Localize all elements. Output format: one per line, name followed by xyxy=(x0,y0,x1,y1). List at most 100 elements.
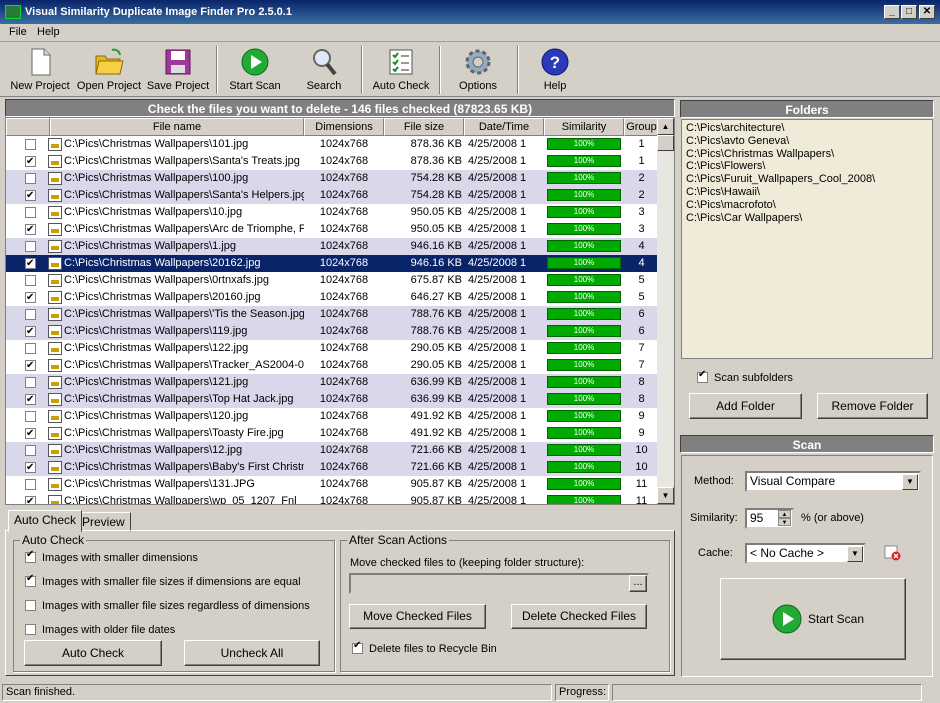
table-row[interactable]: C:\Pics\Christmas Wallpapers\119.jpg 1024… xyxy=(6,323,659,340)
col-check[interactable] xyxy=(6,118,50,136)
maximize-button[interactable]: □ xyxy=(901,5,917,19)
options-button[interactable]: Options xyxy=(446,43,510,97)
row-checkbox[interactable] xyxy=(25,343,36,354)
row-checkbox[interactable] xyxy=(25,187,36,204)
method-select[interactable]: Visual Compare ▼ xyxy=(745,471,921,492)
scroll-down-button[interactable]: ▼ xyxy=(657,487,674,504)
chevron-down-icon[interactable]: ▼ xyxy=(847,546,863,562)
col-similarity[interactable]: Similarity xyxy=(544,118,624,136)
table-row[interactable]: C:\Pics\Christmas Wallpapers\10.jpg 1024x… xyxy=(6,204,659,221)
table-row[interactable]: C:\Pics\Christmas Wallpapers\Santa's Hel… xyxy=(6,187,659,204)
row-checkbox[interactable] xyxy=(25,493,36,504)
folder-list-item[interactable]: C:\Pics\Furuit_Wallpapers_Cool_2008\ xyxy=(686,173,928,186)
folder-list-item[interactable]: C:\Pics\macrofoto\ xyxy=(686,199,928,212)
col-file-name[interactable]: File name xyxy=(50,118,304,136)
row-checkbox[interactable] xyxy=(25,139,36,150)
start-scan-button[interactable]: Start Scan xyxy=(720,578,906,660)
auto-check-option-box[interactable] xyxy=(25,600,36,611)
folder-list-item[interactable]: C:\Pics\architecture\ xyxy=(686,122,928,135)
scan-subfolders-checkbox-box[interactable] xyxy=(697,369,708,383)
table-row[interactable]: C:\Pics\Christmas Wallpapers\Baby's Firs… xyxy=(6,459,659,476)
uncheck-all-button[interactable]: Uncheck All xyxy=(184,640,320,666)
table-row[interactable]: C:\Pics\Christmas Wallpapers\Santa's Tre… xyxy=(6,153,659,170)
table-row[interactable]: C:\Pics\Christmas Wallpapers\122.jpg 1024… xyxy=(6,340,659,357)
folder-list-item[interactable]: C:\Pics\Car Wallpapers\ xyxy=(686,212,928,225)
row-checkbox[interactable] xyxy=(25,357,36,374)
folder-list-item[interactable]: C:\Pics\Flowers\ xyxy=(686,160,928,173)
folder-list-item[interactable]: C:\Pics\Hawaii\ xyxy=(686,186,928,199)
table-row[interactable]: C:\Pics\Christmas Wallpapers\12.jpg 1024x… xyxy=(6,442,659,459)
table-row[interactable]: C:\Pics\Christmas Wallpapers\'Tis the Se… xyxy=(6,306,659,323)
close-button[interactable]: ✕ xyxy=(919,5,935,19)
col-dimensions[interactable]: Dimensions xyxy=(304,118,384,136)
new-project-button[interactable]: New Project xyxy=(6,43,74,97)
folders-list[interactable]: C:\Pics\architecture\ C:\Pics\avto Geneva… xyxy=(681,119,933,359)
save-project-button[interactable]: Save Project xyxy=(145,43,211,97)
auto-check-button[interactable]: Auto Check xyxy=(24,640,162,666)
table-row[interactable]: C:\Pics\Christmas Wallpapers\131.JPG 1024… xyxy=(6,476,659,493)
row-checkbox[interactable] xyxy=(25,221,36,238)
row-checkbox[interactable] xyxy=(25,255,36,272)
table-row[interactable]: C:\Pics\Christmas Wallpapers\wp_05_1207_… xyxy=(6,493,659,504)
row-checkbox[interactable] xyxy=(25,153,36,170)
table-row[interactable]: C:\Pics\Christmas Wallpapers\121.jpg 1024… xyxy=(6,374,659,391)
minimize-button[interactable]: _ xyxy=(884,5,900,19)
table-row[interactable]: C:\Pics\Christmas Wallpapers\0rtnxafs.jp… xyxy=(6,272,659,289)
row-checkbox[interactable] xyxy=(25,309,36,320)
row-checkbox[interactable] xyxy=(25,411,36,422)
auto-check-option[interactable]: Images with smaller file sizes regardles… xyxy=(25,598,310,612)
browse-button[interactable]: ... xyxy=(629,575,647,592)
clear-cache-icon[interactable] xyxy=(884,545,902,561)
table-row[interactable]: C:\Pics\Christmas Wallpapers\Toasty Fire… xyxy=(6,425,659,442)
folder-list-item[interactable]: C:\Pics\avto Geneva\ xyxy=(686,135,928,148)
scroll-thumb[interactable] xyxy=(657,135,674,151)
row-checkbox[interactable] xyxy=(25,173,36,184)
similarity-spinner[interactable]: 95 ▲ ▼ xyxy=(745,508,794,529)
help-button[interactable]: ? Help xyxy=(525,43,585,97)
spin-down-icon[interactable]: ▼ xyxy=(778,518,791,526)
move-to-path-field[interactable] xyxy=(349,573,649,594)
folder-list-item[interactable]: C:\Pics\Christmas Wallpapers\ xyxy=(686,148,928,161)
table-row[interactable]: C:\Pics\Christmas Wallpapers\120.jpg 1024… xyxy=(6,408,659,425)
auto-check-option[interactable]: Images with smaller file sizes if dimens… xyxy=(25,573,301,588)
col-group[interactable]: Group xyxy=(624,118,659,136)
auto-check-option[interactable]: Images with smaller dimensions xyxy=(25,549,198,564)
row-checkbox[interactable] xyxy=(25,425,36,442)
row-checkbox[interactable] xyxy=(25,479,36,490)
table-row[interactable]: C:\Pics\Christmas Wallpapers\100.jpg 1024… xyxy=(6,170,659,187)
cache-select[interactable]: < No Cache > ▼ xyxy=(745,543,866,564)
menu-help[interactable]: Help xyxy=(37,26,60,38)
auto-check-option-box[interactable] xyxy=(25,549,36,563)
scroll-up-button[interactable]: ▲ xyxy=(657,118,674,135)
row-checkbox[interactable] xyxy=(25,377,36,388)
auto-check-option-box[interactable] xyxy=(25,624,36,635)
table-row[interactable]: C:\Pics\Christmas Wallpapers\Arc de Trio… xyxy=(6,221,659,238)
grid-scrollbar[interactable]: ▲ ▼ xyxy=(657,118,674,504)
search-button[interactable]: Search xyxy=(295,43,353,97)
table-row[interactable]: C:\Pics\Christmas Wallpapers\101.jpg 1024… xyxy=(6,136,659,153)
row-checkbox[interactable] xyxy=(25,445,36,456)
start-scan-toolbar-button[interactable]: Start Scan xyxy=(223,43,287,97)
delete-checked-files-button[interactable]: Delete Checked Files xyxy=(511,604,647,629)
table-row[interactable]: C:\Pics\Christmas Wallpapers\Top Hat Jac… xyxy=(6,391,659,408)
recycle-bin-checkbox-box[interactable] xyxy=(352,640,363,654)
move-checked-files-button[interactable]: Move Checked Files xyxy=(349,604,486,629)
auto-check-toolbar-button[interactable]: Auto Check xyxy=(368,43,434,97)
row-checkbox[interactable] xyxy=(25,289,36,306)
recycle-bin-checkbox[interactable]: Delete files to Recycle Bin xyxy=(352,640,497,655)
row-checkbox[interactable] xyxy=(25,241,36,252)
chevron-down-icon[interactable]: ▼ xyxy=(902,474,918,490)
row-checkbox[interactable] xyxy=(25,459,36,476)
add-folder-button[interactable]: Add Folder xyxy=(689,393,802,419)
table-row[interactable]: C:\Pics\Christmas Wallpapers\20160.jpg 10… xyxy=(6,289,659,306)
row-checkbox[interactable] xyxy=(25,391,36,408)
remove-folder-button[interactable]: Remove Folder xyxy=(817,393,928,419)
auto-check-option[interactable]: Images with older file dates xyxy=(25,622,175,636)
col-date-time[interactable]: Date/Time xyxy=(464,118,544,136)
tab-preview[interactable]: Preview xyxy=(76,512,131,532)
auto-check-option-box[interactable] xyxy=(25,573,36,587)
row-checkbox[interactable] xyxy=(25,207,36,218)
table-row[interactable]: C:\Pics\Christmas Wallpapers\Tracker_AS2… xyxy=(6,357,659,374)
tab-auto-check[interactable]: Auto Check xyxy=(8,510,83,532)
col-file-size[interactable]: File size xyxy=(384,118,464,136)
